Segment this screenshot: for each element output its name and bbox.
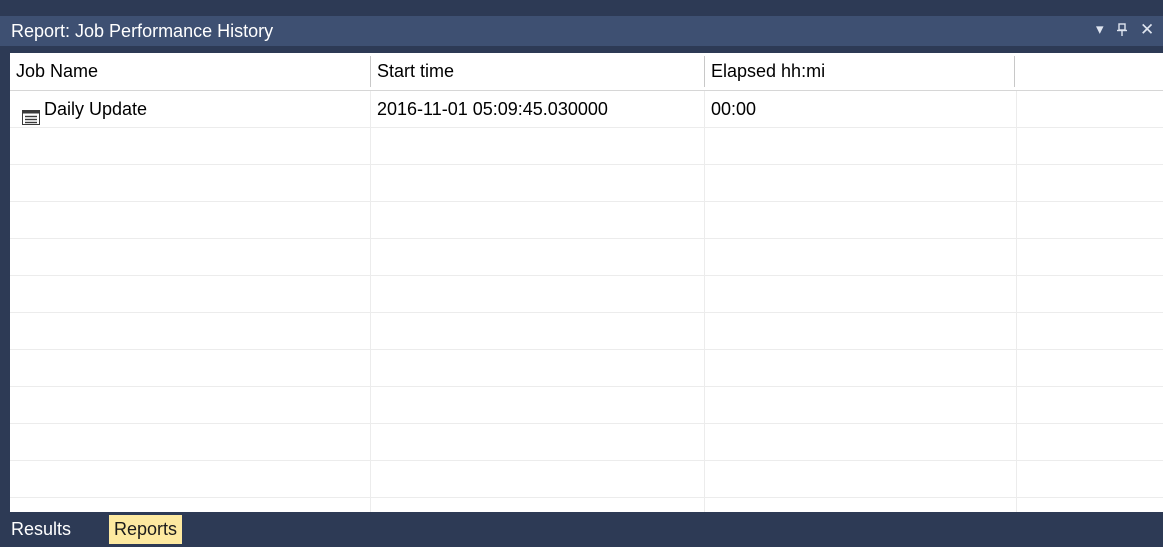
column-gridline [370, 91, 371, 512]
results-grid[interactable]: Job Name Start time Elapsed hh:mi Daily … [10, 53, 1163, 512]
grid-header: Job Name Start time Elapsed hh:mi [10, 53, 1163, 91]
column-header-start-time[interactable]: Start time [371, 53, 705, 90]
pin-icon[interactable] [1116, 20, 1128, 43]
panel-title-bar[interactable]: Report: Job Performance History ▾ ✕ [0, 16, 1163, 46]
tab-reports[interactable]: Reports [109, 515, 183, 544]
empty-row [10, 276, 1163, 313]
dropdown-menu-icon[interactable]: ▾ [1096, 20, 1104, 40]
job-list-icon [22, 101, 40, 126]
grid-rows: Daily Update 2016-11-01 05:09:45.030000 … [10, 91, 1163, 498]
empty-row [10, 313, 1163, 350]
empty-row [10, 424, 1163, 461]
job-name-cell[interactable]: Daily Update [14, 91, 370, 127]
panel-title: Report: Job Performance History [11, 21, 274, 41]
column-header-filler [1015, 53, 1163, 90]
elapsed-cell[interactable]: 00:00 [705, 91, 1015, 127]
table-row[interactable]: Daily Update 2016-11-01 05:09:45.030000 … [10, 91, 1163, 128]
start-time-cell[interactable]: 2016-11-01 05:09:45.030000 [371, 91, 705, 127]
empty-row [10, 128, 1163, 165]
empty-row [10, 202, 1163, 239]
job-name-text: Daily Update [44, 99, 148, 119]
tab-results[interactable]: Results [6, 515, 76, 544]
column-gridline [704, 91, 705, 512]
column-header-elapsed[interactable]: Elapsed hh:mi [705, 53, 1015, 90]
empty-row [10, 461, 1163, 498]
report-panel: Report: Job Performance History ▾ ✕ Job … [0, 0, 1163, 547]
close-icon[interactable]: ✕ [1140, 20, 1154, 40]
bottom-tab-bar: Results Reports [0, 514, 1163, 547]
empty-row [10, 387, 1163, 424]
column-header-job-name[interactable]: Job Name [10, 53, 370, 90]
empty-row [10, 165, 1163, 202]
column-gridline [1016, 91, 1017, 512]
empty-row [10, 350, 1163, 387]
empty-row [10, 239, 1163, 276]
